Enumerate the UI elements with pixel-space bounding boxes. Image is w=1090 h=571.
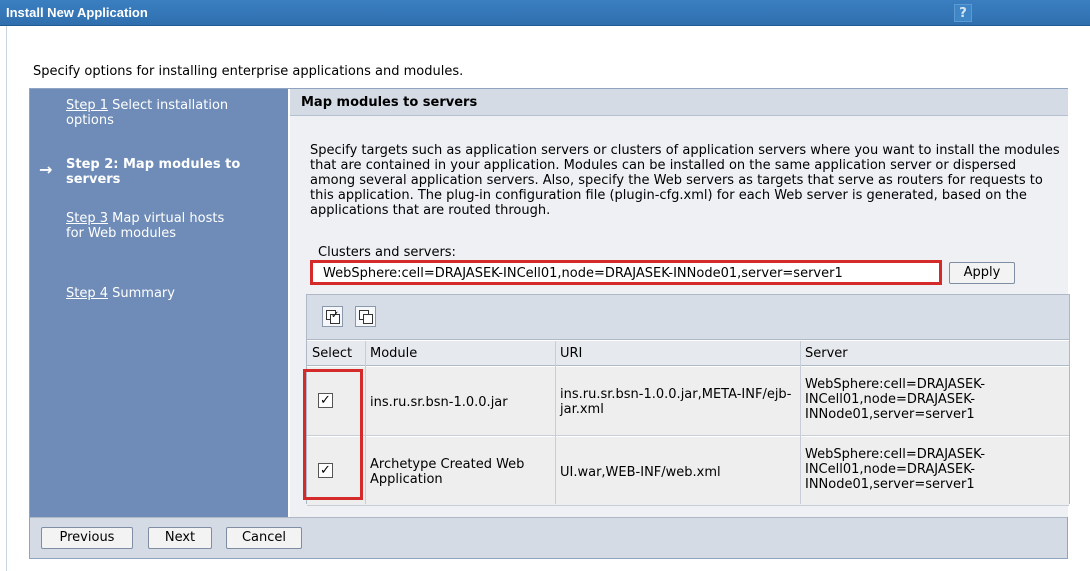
next-button[interactable]: Next xyxy=(148,527,212,549)
deselect-all-icon[interactable] xyxy=(355,306,376,327)
clusters-label: Clusters and servers: xyxy=(318,245,456,260)
column-divider xyxy=(365,341,366,504)
table-toolbar: ✓ xyxy=(307,295,1069,340)
step-3[interactable]: Step 3 Map virtual hosts for Web modules xyxy=(66,211,226,241)
module-cell: Archetype Created Web Application xyxy=(370,457,525,487)
step-1[interactable]: Step 1 Select installation options xyxy=(66,98,266,128)
panel-heading: Map modules to servers xyxy=(301,95,478,110)
step-1-link[interactable]: Step 1 xyxy=(66,98,108,113)
column-header-module: Module xyxy=(370,346,418,361)
help-icon[interactable]: ? xyxy=(954,4,972,22)
window-title: Install New Application xyxy=(6,5,148,20)
server-cell: WebSphere:cell=DRAJASEK-INCell01,node=DR… xyxy=(805,377,986,422)
previous-button[interactable]: Previous xyxy=(41,527,133,549)
column-header-select: Select xyxy=(312,346,353,361)
column-divider xyxy=(800,341,801,504)
uri-cell: ins.ru.sr.bsn-1.0.0.jar,META-INF/ejb-jar… xyxy=(560,387,792,417)
panel-description: Specify targets such as application serv… xyxy=(310,143,1060,218)
column-header-uri: URI xyxy=(560,346,583,361)
column-header-server: Server xyxy=(805,346,848,361)
apply-button[interactable]: Apply xyxy=(949,262,1015,284)
cancel-button[interactable]: Cancel xyxy=(226,527,302,549)
step-4-label: Summary xyxy=(108,286,175,301)
window-title-bar: Install New Application ? xyxy=(0,0,1090,26)
modules-table: ✓ Select Module URI Server ✓ ins.ru.sr.b… xyxy=(306,294,1070,506)
server-cell: WebSphere:cell=DRAJASEK-INCell01,node=DR… xyxy=(805,447,986,492)
intro-text: Specify options for installing enterpris… xyxy=(33,64,464,79)
left-border xyxy=(6,26,7,571)
select-column-highlight xyxy=(303,369,363,500)
step-3-link[interactable]: Step 3 xyxy=(66,211,108,226)
step-2-current: Step 2: Map modules to servers xyxy=(66,157,241,187)
column-divider xyxy=(555,341,556,504)
select-all-icon[interactable]: ✓ xyxy=(322,306,343,327)
panel-header: Map modules to servers xyxy=(290,89,1068,116)
step-4[interactable]: Step 4 Summary xyxy=(66,286,266,301)
table-row: ✓ Archetype Created Web Application UI.w… xyxy=(307,437,1069,506)
current-step-arrow-icon: → xyxy=(39,160,53,179)
table-header-row: Select Module URI Server xyxy=(307,341,1069,366)
table-row: ✓ ins.ru.sr.bsn-1.0.0.jar ins.ru.sr.bsn-… xyxy=(307,367,1069,436)
uri-cell: UI.war,WEB-INF/web.xml xyxy=(560,465,721,480)
clusters-and-servers-select[interactable]: WebSphere:cell=DRAJASEK-INCell01,node=DR… xyxy=(310,260,942,285)
step-4-link[interactable]: Step 4 xyxy=(66,286,108,301)
module-cell: ins.ru.sr.bsn-1.0.0.jar xyxy=(370,395,508,410)
wizard-steps-sidebar: Step 1 Select installation options → Ste… xyxy=(30,89,288,517)
